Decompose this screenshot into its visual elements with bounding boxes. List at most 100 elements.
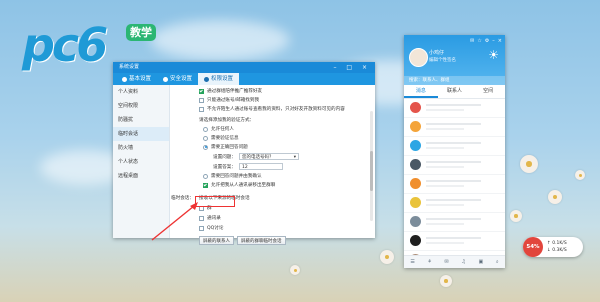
- minimize-icon[interactable]: –: [492, 38, 495, 44]
- contact-name-placeholder: [426, 199, 481, 201]
- window-controls[interactable]: – □ ×: [333, 62, 371, 73]
- contact-name-placeholder: [426, 218, 481, 220]
- qq-tabs: 消息 联系人 空间: [404, 85, 505, 99]
- contact-name-placeholder: [426, 237, 481, 239]
- contact-name-placeholder: [426, 180, 481, 182]
- mail-icon[interactable]: ✉: [445, 259, 449, 265]
- window-title: 系统设置: [119, 64, 140, 70]
- tab-contacts[interactable]: 联系人: [438, 85, 472, 98]
- download-speed: ↓ 0.3K/S: [547, 248, 567, 253]
- list-item[interactable]: [404, 118, 505, 137]
- sidebar-item-temp-session[interactable]: 临时会话: [113, 127, 169, 141]
- contact-message-placeholder: [426, 242, 464, 244]
- flower: [380, 250, 394, 264]
- verify-option[interactable]: 需要验证信息: [203, 135, 239, 141]
- close-icon[interactable]: ×: [498, 38, 502, 44]
- settings-tabs: 基本设置 安全设置 权限设置: [113, 73, 375, 85]
- gear-icon[interactable]: ⚙: [485, 38, 489, 44]
- qq-toolbar: ✉ ☆ ⚙ – ×: [470, 38, 502, 44]
- contact-name-placeholder: [426, 161, 481, 163]
- checkbox[interactable]: [199, 88, 204, 94]
- contact-list: [404, 99, 505, 268]
- option-label: 需要正确回答问题: [211, 145, 248, 150]
- contact-avatar: [410, 216, 421, 227]
- signature[interactable]: 编辑个性签名: [429, 57, 456, 63]
- search-input[interactable]: 搜索：联系人、群组: [404, 76, 505, 85]
- files-icon[interactable]: ▣: [478, 259, 483, 265]
- sidebar-item-space[interactable]: 空间权限: [113, 99, 169, 113]
- option-label: 允许把我从人通讯录移出至群聊: [211, 183, 276, 188]
- list-item[interactable]: [404, 232, 505, 251]
- lock-icon: [204, 76, 210, 82]
- sidebar-item-profile[interactable]: 个人资料: [113, 85, 169, 99]
- upload-speed: ↑ 0.1K/S: [547, 241, 567, 246]
- tab-label: 基本设置: [129, 76, 152, 82]
- option-row[interactable]: 只能通过账号/邮箱找到我: [199, 97, 259, 103]
- contact-message-placeholder: [426, 128, 464, 130]
- contact-name-placeholder: [426, 104, 481, 106]
- qq-header: ✉ ☆ ⚙ – × 小鸡仔 编辑个性签名 ☀ 搜索：联系人、群组: [404, 35, 505, 85]
- checkbox[interactable]: [199, 97, 204, 103]
- mail-icon[interactable]: ✉: [470, 38, 474, 44]
- radio[interactable]: [203, 135, 208, 141]
- list-item[interactable]: [404, 175, 505, 194]
- verify-option[interactable]: 允许任何人: [203, 126, 234, 132]
- list-item[interactable]: [404, 194, 505, 213]
- red-arrow-icon: [151, 202, 198, 241]
- option-label: 需要回答问题并由我确认: [211, 174, 262, 179]
- tab-basic-settings[interactable]: 基本设置: [116, 73, 157, 85]
- blocked-group-session-button[interactable]: 屏蔽的群聊临时会话: [237, 236, 286, 245]
- gear-icon: [122, 76, 127, 82]
- speed-percent: 54%: [523, 237, 543, 257]
- tab-space[interactable]: 空间: [471, 85, 505, 98]
- radio[interactable]: [203, 173, 208, 179]
- answer-input[interactable]: 12: [238, 163, 283, 170]
- verify-option[interactable]: 需要正确回答问题: [203, 144, 248, 150]
- contact-avatar: [410, 235, 421, 246]
- avatar[interactable]: [409, 48, 428, 67]
- option-label: 只能通过账号/邮箱找到我: [207, 98, 260, 103]
- list-item[interactable]: [404, 137, 505, 156]
- star-icon[interactable]: ☆: [477, 38, 481, 44]
- option-row[interactable]: 允许把我从人通讯录移出至群聊: [203, 182, 275, 188]
- answer-row: 设置答案： 12: [213, 163, 283, 170]
- radio[interactable]: [203, 126, 208, 132]
- menu-icon[interactable]: ☰: [410, 259, 414, 265]
- radio[interactable]: [203, 144, 208, 150]
- option-row[interactable]: 不允许陌生人通过账号查看我的资料，只对好友开放资料可见的内容: [199, 106, 345, 112]
- network-speed-widget[interactable]: 54% ↑ 0.1K/S ↓ 0.3K/S: [523, 237, 583, 257]
- sidebar-item-anti-harass[interactable]: 防骚扰: [113, 113, 169, 127]
- music-icon[interactable]: ♫: [461, 259, 465, 265]
- window-title-bar[interactable]: 系统设置 – □ ×: [113, 62, 375, 73]
- scrollbar[interactable]: [370, 111, 373, 221]
- apps-icon[interactable]: ⚘: [427, 259, 431, 265]
- checkbox[interactable]: [203, 182, 208, 188]
- sidebar-item-status[interactable]: 个人状态: [113, 155, 169, 169]
- answer-label: 设置答案：: [213, 164, 236, 170]
- option-label: 通过群组陪伴推广推荐好友: [207, 89, 263, 94]
- contact-avatar: [410, 197, 421, 208]
- sidebar-item-firewall[interactable]: 防火墙: [113, 141, 169, 155]
- option-label: 需要验证信息: [211, 136, 239, 141]
- contact-message-placeholder: [426, 185, 464, 187]
- question-select[interactable]: 您的电话号码？: [238, 153, 299, 161]
- checkbox[interactable]: [199, 106, 204, 112]
- flower: [510, 210, 522, 222]
- flower: [290, 265, 300, 275]
- tab-label: 安全设置: [170, 76, 193, 82]
- option-row[interactable]: 通过群组陪伴推广推荐好友: [199, 88, 262, 94]
- list-item[interactable]: [404, 99, 505, 118]
- list-item[interactable]: [404, 213, 505, 232]
- weather-icon[interactable]: ☀: [488, 48, 499, 62]
- option-label: QQ讨论: [207, 226, 224, 231]
- flower: [548, 190, 562, 204]
- tab-permission-settings[interactable]: 权限设置: [198, 73, 240, 85]
- tab-messages[interactable]: 消息: [404, 85, 438, 98]
- scrollbar-thumb[interactable]: [370, 151, 373, 191]
- verify-option[interactable]: 需要回答问题并由我确认: [203, 173, 262, 179]
- sidebar-item-remote-desktop[interactable]: 远程桌面: [113, 169, 169, 183]
- find-icon[interactable]: ⌕: [496, 259, 499, 265]
- tab-security-settings[interactable]: 安全设置: [157, 73, 198, 85]
- option-label: 允许任何人: [211, 127, 234, 132]
- list-item[interactable]: [404, 156, 505, 175]
